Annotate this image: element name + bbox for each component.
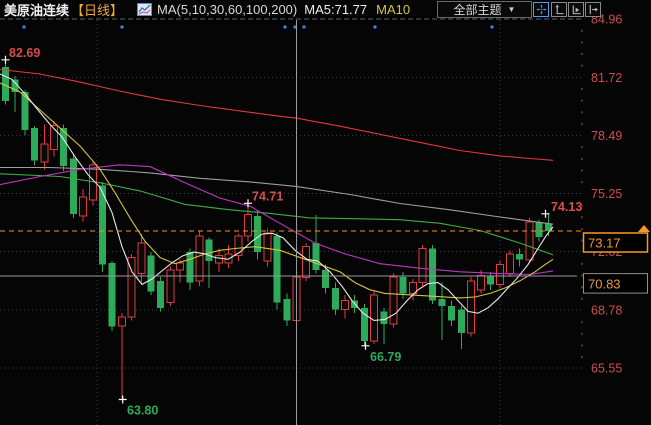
line-chart-icon[interactable] <box>137 3 152 16</box>
svg-text:73.17: 73.17 <box>588 236 621 251</box>
ma10-label: MA10 <box>376 2 410 17</box>
svg-text:78.49: 78.49 <box>591 129 622 143</box>
shift-right-button[interactable] <box>585 2 601 17</box>
period-tag: 【日线】 <box>71 0 123 19</box>
axis-play-arrow-icon <box>571 4 582 15</box>
svg-text:65.55: 65.55 <box>591 362 622 376</box>
ma5-value-label: MA5:71.77 <box>304 2 367 17</box>
trading-app-window: 82.6974.7174.1363.8066.7984.9681.7278.49… <box>0 0 651 425</box>
theme-dropdown-label: 全部主题 <box>454 1 502 18</box>
svg-text:74.13: 74.13 <box>551 200 582 214</box>
chevron-down-icon: ▼ <box>508 5 516 14</box>
axis-up-arrow-icon <box>554 4 565 15</box>
svg-text:81.72: 81.72 <box>591 71 622 85</box>
chart-header: 美原油连续 【日线】 MA(5,10,30,60,100,200) MA5:71… <box>4 0 410 18</box>
svg-text:74.71: 74.71 <box>252 189 283 203</box>
scale-y-axis-button[interactable] <box>551 2 567 17</box>
candlestick-chart[interactable]: 82.6974.7174.1363.8066.7984.9681.7278.49… <box>0 0 651 425</box>
ma-settings-label: MA(5,10,30,60,100,200) <box>157 2 297 17</box>
svg-text:70.83: 70.83 <box>588 277 621 292</box>
crosshair-icon <box>536 4 547 15</box>
scale-x-axis-button[interactable] <box>568 2 584 17</box>
svg-text:63.80: 63.80 <box>127 404 158 418</box>
bar-right-arrow-icon <box>588 4 599 15</box>
theme-dropdown[interactable]: 全部主题 ▼ <box>437 1 532 18</box>
svg-text:82.69: 82.69 <box>9 46 40 60</box>
svg-text:68.78: 68.78 <box>591 304 622 318</box>
svg-text:75.25: 75.25 <box>591 187 622 201</box>
svg-text:66.79: 66.79 <box>370 350 401 364</box>
symbol-title: 美原油连续 <box>4 0 69 19</box>
crosshair-tool-button[interactable] <box>533 2 549 17</box>
